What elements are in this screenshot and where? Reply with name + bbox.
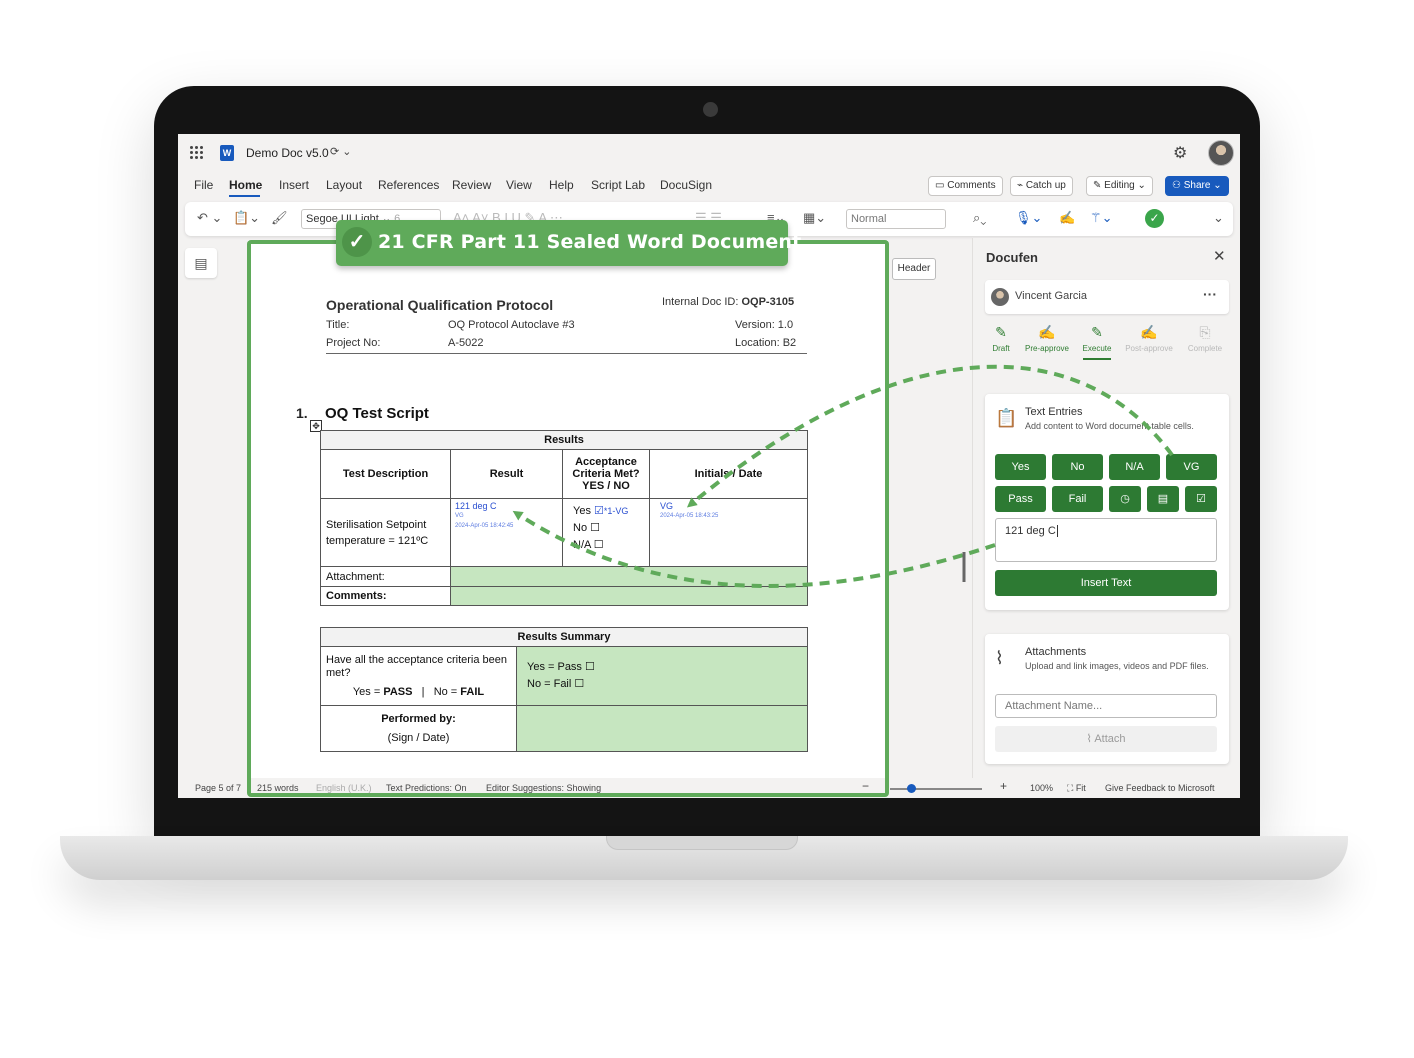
attachments-card: ⌇ Attachments Upload and link images, vi… <box>985 634 1229 764</box>
pre-approve-icon: ✍ <box>1038 324 1056 340</box>
text-cursor <box>1056 525 1058 537</box>
attach-label: Attach <box>1094 733 1126 745</box>
editing-button[interactable]: ✎ Editing ⌄ <box>1086 176 1153 196</box>
doc-status-chevron-icon[interactable]: ⟳ ⌄ <box>330 145 352 158</box>
share-label: Share <box>1183 180 1211 191</box>
complete-icon: ⎘ <box>1199 324 1211 340</box>
sealed-document-frame <box>247 240 889 797</box>
undo-icon[interactable]: ↶ ⌄ <box>197 210 222 226</box>
execute-icon: ✎ <box>1091 324 1103 340</box>
active-step-indicator <box>1083 358 1111 360</box>
text-entries-icon: 📋 <box>995 408 1018 428</box>
find-icon[interactable]: ⌕⌄ <box>973 210 986 226</box>
tab-home[interactable]: Home <box>229 178 262 192</box>
tab-docusign[interactable]: DocuSign <box>660 178 712 192</box>
step-complete: ⎘ Complete <box>1177 324 1233 353</box>
zoom-slider[interactable] <box>890 788 982 790</box>
step-post-approve-label: Post-approve <box>1125 344 1173 353</box>
header-button[interactable]: Header <box>892 258 936 280</box>
share-button[interactable]: ⚇ Share ⌄ <box>1165 176 1229 196</box>
user-card[interactable]: Vincent Garcia ··· <box>985 280 1229 314</box>
close-icon[interactable]: ✕ <box>1213 247 1226 265</box>
post-approve-icon: ✍ <box>1140 324 1158 340</box>
attachment-name-input[interactable]: Attachment Name... <box>995 694 1217 718</box>
style-select[interactable]: Normal <box>846 209 946 229</box>
yes-button[interactable]: Yes <box>995 454 1046 480</box>
tab-script-lab[interactable]: Script Lab <box>591 178 645 192</box>
catchup-label: Catch up <box>1025 180 1066 191</box>
step-complete-label: Complete <box>1187 344 1223 353</box>
user-avatar[interactable] <box>1208 140 1234 166</box>
sealed-document-badge: ✓ 21 CFR Part 11 Sealed Word Document <box>336 220 801 266</box>
attachments-title: Attachments <box>1025 646 1087 658</box>
step-pre-approve[interactable]: ✍ Pre-approve <box>1019 324 1075 353</box>
comments-label: Comments <box>947 180 996 191</box>
text-entries-card: 📋 Text Entries Add content to Word docum… <box>985 394 1229 610</box>
zoom-level[interactable]: 100% <box>1030 783 1053 793</box>
text-entries-title: Text Entries <box>1025 406 1083 418</box>
fit-button[interactable]: ⛶ Fit <box>1067 783 1086 794</box>
text-entry-input[interactable]: 121 deg C <box>995 518 1217 562</box>
step-draft-label: Draft <box>992 344 1010 353</box>
feedback-link[interactable]: Give Feedback to Microsoft <box>1105 783 1215 793</box>
step-execute-label: Execute <box>1082 344 1112 353</box>
panel-title: Docufen <box>986 250 1038 265</box>
docufen-panel: Docufen ✕ Vincent Garcia ··· ✎ Draft ✍ Pre… <box>972 238 1240 778</box>
app-launcher-icon[interactable] <box>190 146 204 160</box>
designer-icon[interactable]: ⚚⌄ <box>1090 210 1113 226</box>
word-logo-icon: W <box>220 145 234 161</box>
laptop-notch <box>606 836 798 850</box>
borders-icon[interactable]: ▦⌄ <box>803 210 826 226</box>
user-name: Vincent Garcia <box>1015 290 1087 302</box>
attach-button[interactable]: ⌇ Attach <box>995 726 1217 752</box>
tab-insert[interactable]: Insert <box>279 178 309 192</box>
pass-button[interactable]: Pass <box>995 486 1046 512</box>
step-execute[interactable]: ✎ Execute <box>1069 324 1125 353</box>
insert-text-button[interactable]: Insert Text <box>995 570 1217 596</box>
fail-button[interactable]: Fail <box>1052 486 1103 512</box>
format-painter-icon[interactable]: 🖌 <box>271 210 288 226</box>
fit-label: Fit <box>1075 783 1086 793</box>
ribbon-expand-chevron-icon[interactable]: ⌄ <box>1213 210 1224 226</box>
step-pre-approve-label: Pre-approve <box>1024 344 1070 353</box>
title-bar: W Demo Doc v5.0 ⟳ ⌄ ⚙ <box>178 134 1240 172</box>
catchup-button[interactable]: ⌁ Catch up <box>1010 176 1073 196</box>
tab-file[interactable]: File <box>194 178 213 192</box>
text-entry-value: 121 deg C <box>1005 525 1056 537</box>
seal-check-icon: ✓ <box>342 227 372 257</box>
navigation-pane-icon[interactable]: ▤ <box>185 248 217 278</box>
paperclip-icon: ⌇ <box>995 648 1004 668</box>
active-tab-indicator <box>229 195 260 197</box>
editor-icon[interactable]: ✍ <box>1059 210 1075 226</box>
camera-dot <box>703 102 718 117</box>
more-options-icon[interactable]: ··· <box>1203 286 1217 302</box>
page-count[interactable]: Page 5 of 7 <box>195 783 241 793</box>
menu-bar: File Home Insert Layout References Revie… <box>178 174 1240 198</box>
docufen-check-icon[interactable]: ✓ <box>1145 209 1164 228</box>
zoom-slider-thumb[interactable] <box>907 784 916 793</box>
tab-view[interactable]: View <box>506 178 532 192</box>
zoom-in-icon[interactable]: + <box>1000 779 1007 793</box>
tab-help[interactable]: Help <box>549 178 574 192</box>
settings-gear-icon[interactable]: ⚙ <box>1173 143 1187 163</box>
seal-badge-text: 21 CFR Part 11 Sealed Word Document <box>378 231 802 253</box>
step-post-approve: ✍ Post-approve <box>1121 324 1177 353</box>
text-entries-subtitle: Add content to Word document table cells… <box>1025 421 1194 431</box>
tab-references[interactable]: References <box>378 178 439 192</box>
dictate-icon[interactable]: 🎙⌄ <box>1015 210 1042 226</box>
no-button[interactable]: No <box>1052 454 1103 480</box>
editing-label: Editing <box>1104 180 1135 191</box>
initials-button[interactable]: VG <box>1166 454 1217 480</box>
clipboard-icon[interactable]: 📋⌄ <box>233 210 260 226</box>
na-button[interactable]: N/A <box>1109 454 1160 480</box>
document-title[interactable]: Demo Doc v5.0 <box>246 146 329 160</box>
calendar-icon[interactable]: ▤ <box>1147 486 1179 512</box>
user-card-avatar <box>991 288 1009 306</box>
attachments-subtitle: Upload and link images, videos and PDF f… <box>1025 661 1209 671</box>
checkbox-icon[interactable]: ☑ <box>1185 486 1217 512</box>
tab-review[interactable]: Review <box>452 178 491 192</box>
comments-button[interactable]: ▭ Comments <box>928 176 1003 196</box>
tab-layout[interactable]: Layout <box>326 178 362 192</box>
clock-icon[interactable]: ◷ <box>1109 486 1141 512</box>
